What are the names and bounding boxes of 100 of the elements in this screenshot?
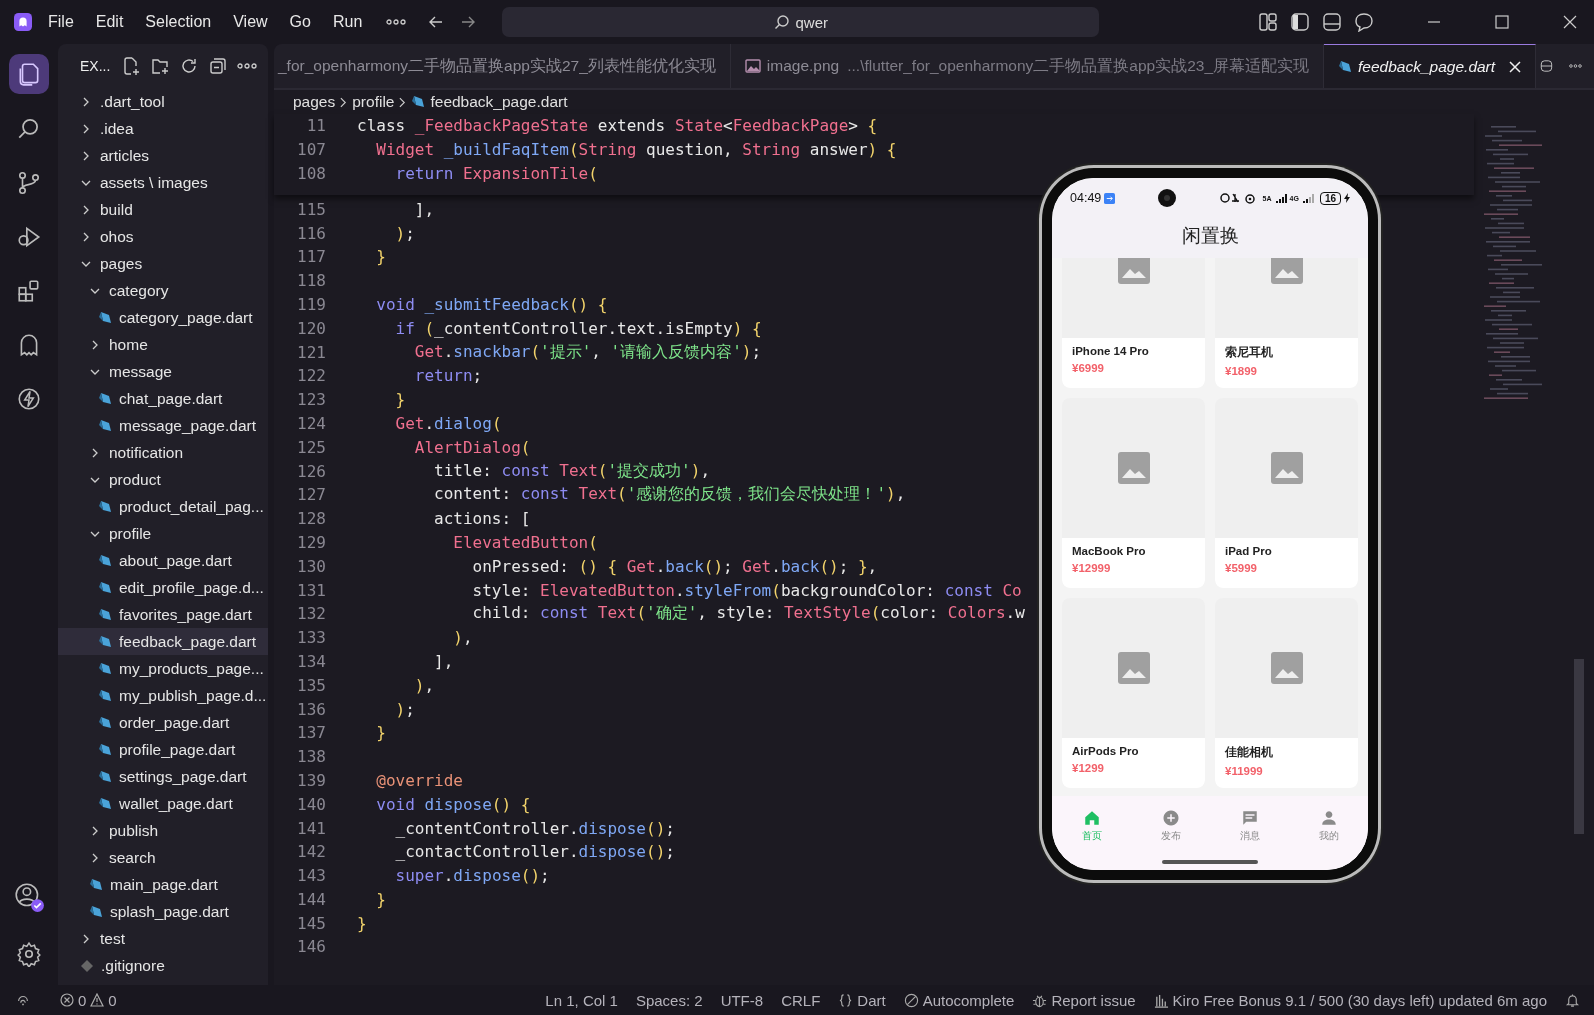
settings-icon[interactable] bbox=[16, 941, 42, 967]
tree-item[interactable]: feedback_page.dart bbox=[58, 628, 268, 655]
code-line: ); bbox=[394, 699, 415, 719]
tree-item[interactable]: build bbox=[58, 196, 268, 223]
tree-item[interactable]: home bbox=[58, 331, 268, 358]
line-ending[interactable]: CRLF bbox=[781, 991, 821, 1009]
tree-item[interactable]: message_page.dart bbox=[58, 412, 268, 439]
tree-item[interactable]: .idea bbox=[58, 115, 268, 142]
tree-item[interactable]: category bbox=[58, 277, 268, 304]
breadcrumb-item[interactable]: profile bbox=[352, 93, 395, 111]
scrollbar[interactable] bbox=[1574, 659, 1584, 834]
new-folder-icon[interactable] bbox=[150, 56, 171, 76]
menu-item[interactable]: File bbox=[48, 13, 74, 31]
problems-indicator[interactable]: 0 0 bbox=[60, 991, 117, 1009]
product-name: AirPods Pro bbox=[1072, 745, 1140, 757]
dart-file-icon bbox=[98, 769, 112, 784]
language-mode[interactable]: Dart bbox=[838, 991, 886, 1009]
line-number: 125 bbox=[296, 437, 327, 457]
line-number: 129 bbox=[296, 532, 327, 552]
product-card[interactable]: 索尼耳机 ¥1899 bbox=[1215, 258, 1358, 388]
image-placeholder-icon bbox=[1117, 258, 1150, 284]
line-number: 141 bbox=[296, 818, 327, 838]
more-icon[interactable] bbox=[1569, 63, 1582, 69]
cursor-position[interactable]: Ln 1, Col 1 bbox=[545, 991, 618, 1009]
tree-item[interactable]: ohos bbox=[58, 223, 268, 250]
tree-item[interactable]: splash_page.dart bbox=[58, 898, 268, 925]
tree-item[interactable]: articles bbox=[58, 142, 268, 169]
menu-item[interactable]: Edit bbox=[95, 13, 124, 31]
product-card[interactable]: iPhone 14 Pro ¥6999 bbox=[1062, 258, 1205, 388]
tree-item[interactable]: chat_page.dart bbox=[58, 385, 268, 412]
tree-item[interactable]: assets \ images bbox=[58, 169, 268, 196]
close-icon[interactable] bbox=[1562, 14, 1578, 30]
line-number: 133 bbox=[296, 628, 327, 648]
product-card[interactable]: 佳能相机 ¥11999 bbox=[1215, 598, 1358, 788]
tree-item[interactable]: publish bbox=[58, 817, 268, 844]
chat-icon[interactable] bbox=[1354, 12, 1374, 32]
tree-item[interactable]: notification bbox=[58, 439, 268, 466]
collapse-icon[interactable] bbox=[208, 56, 229, 76]
tree-item[interactable]: wallet_page.dart bbox=[58, 790, 268, 817]
remote-icon[interactable] bbox=[16, 993, 30, 1007]
tree-item[interactable]: profile bbox=[58, 520, 268, 547]
line-number: 138 bbox=[296, 747, 327, 767]
tree-item[interactable]: product_detail_pag... bbox=[58, 493, 268, 520]
usage-status[interactable]: Kiro Free Bonus 9.1 / 500 (30 days left) updated 6m ago bbox=[1153, 991, 1547, 1009]
new-file-icon[interactable] bbox=[121, 56, 142, 76]
tree-item[interactable]: settings_page.dart bbox=[58, 763, 268, 790]
tree-item[interactable]: search bbox=[58, 844, 268, 871]
editor-tab[interactable]: _for_openharmony二手物品置换app实战27_列表性能优化实现 bbox=[274, 44, 731, 88]
menu-item[interactable]: View bbox=[233, 13, 268, 31]
sidebar-toggle-icon[interactable] bbox=[1290, 12, 1310, 32]
tree-item[interactable]: pages bbox=[58, 250, 268, 277]
tree-item[interactable]: .dart_tool bbox=[58, 88, 268, 115]
tree-item[interactable]: profile_page.dart bbox=[58, 736, 268, 763]
breadcrumb-item[interactable]: pages bbox=[293, 93, 336, 111]
more-icon[interactable] bbox=[386, 19, 407, 25]
tree-item[interactable]: edit_profile_page.d... bbox=[58, 574, 268, 601]
explorer-icon[interactable] bbox=[9, 54, 49, 94]
forward-arrow-icon[interactable] bbox=[460, 14, 477, 30]
search-field[interactable]: qwer bbox=[502, 7, 1100, 37]
tree-item[interactable]: main_page.dart bbox=[58, 871, 268, 898]
tree-item[interactable]: message bbox=[58, 358, 268, 385]
menu-item[interactable]: Go bbox=[289, 13, 311, 31]
tree-item[interactable]: my_products_page... bbox=[58, 655, 268, 682]
maximize-icon[interactable] bbox=[1494, 14, 1510, 30]
bell-icon[interactable] bbox=[1565, 992, 1580, 1008]
nav-tab[interactable]: 消息 bbox=[1210, 796, 1289, 856]
report-issue-link[interactable]: Report issue bbox=[1032, 991, 1136, 1009]
lightning-icon[interactable] bbox=[16, 386, 42, 412]
account-icon[interactable] bbox=[13, 881, 45, 913]
indentation[interactable]: Spaces: 2 bbox=[635, 991, 703, 1009]
source-control-icon[interactable] bbox=[16, 170, 42, 196]
autocomplete-status[interactable]: Autocomplete bbox=[903, 991, 1015, 1009]
tree-item[interactable]: my_publish_page.d... bbox=[58, 682, 268, 709]
more-icon[interactable] bbox=[237, 63, 258, 69]
menu-item[interactable]: Selection bbox=[145, 13, 212, 31]
product-card[interactable]: AirPods Pro ¥1299 bbox=[1062, 598, 1205, 788]
tree-item[interactable]: .gitignore bbox=[58, 952, 268, 979]
code-line: style: ElevatedButton.styleFrom(backgroundColor: const Co bbox=[471, 580, 1022, 600]
layout-icon[interactable] bbox=[1258, 12, 1278, 32]
line-number: 108 bbox=[296, 164, 327, 183]
tree-item[interactable]: product bbox=[58, 466, 268, 493]
tree-item[interactable]: order_page.dart bbox=[58, 709, 268, 736]
breadcrumb-item[interactable]: feedback_page.dart bbox=[430, 93, 568, 111]
tree-item[interactable]: about_page.dart bbox=[58, 547, 268, 574]
encoding[interactable]: UTF-8 bbox=[720, 991, 764, 1009]
code-line: @override bbox=[375, 770, 463, 790]
code-line: Get.snackbar('提示', '请输入反馈内容'); bbox=[413, 341, 762, 363]
run-debug-icon[interactable] bbox=[16, 224, 42, 250]
code-line: } bbox=[357, 913, 367, 933]
tree-item[interactable]: favorites_page.dart bbox=[58, 601, 268, 628]
tree-item[interactable]: category_page.dart bbox=[58, 304, 268, 331]
menu-item[interactable]: Run bbox=[332, 13, 363, 31]
product-card[interactable]: MacBook Pro ¥12999 bbox=[1062, 398, 1205, 588]
tree-item[interactable]: test bbox=[58, 925, 268, 952]
product-card[interactable]: iPad Pro ¥5999 bbox=[1215, 398, 1358, 588]
line-number: 146 bbox=[296, 937, 327, 957]
dart-file-icon bbox=[89, 877, 103, 892]
back-arrow-icon[interactable] bbox=[428, 14, 445, 30]
panel-toggle-icon[interactable] bbox=[1322, 12, 1342, 32]
editor-tab[interactable]: feedback_page.dart bbox=[1324, 44, 1537, 88]
